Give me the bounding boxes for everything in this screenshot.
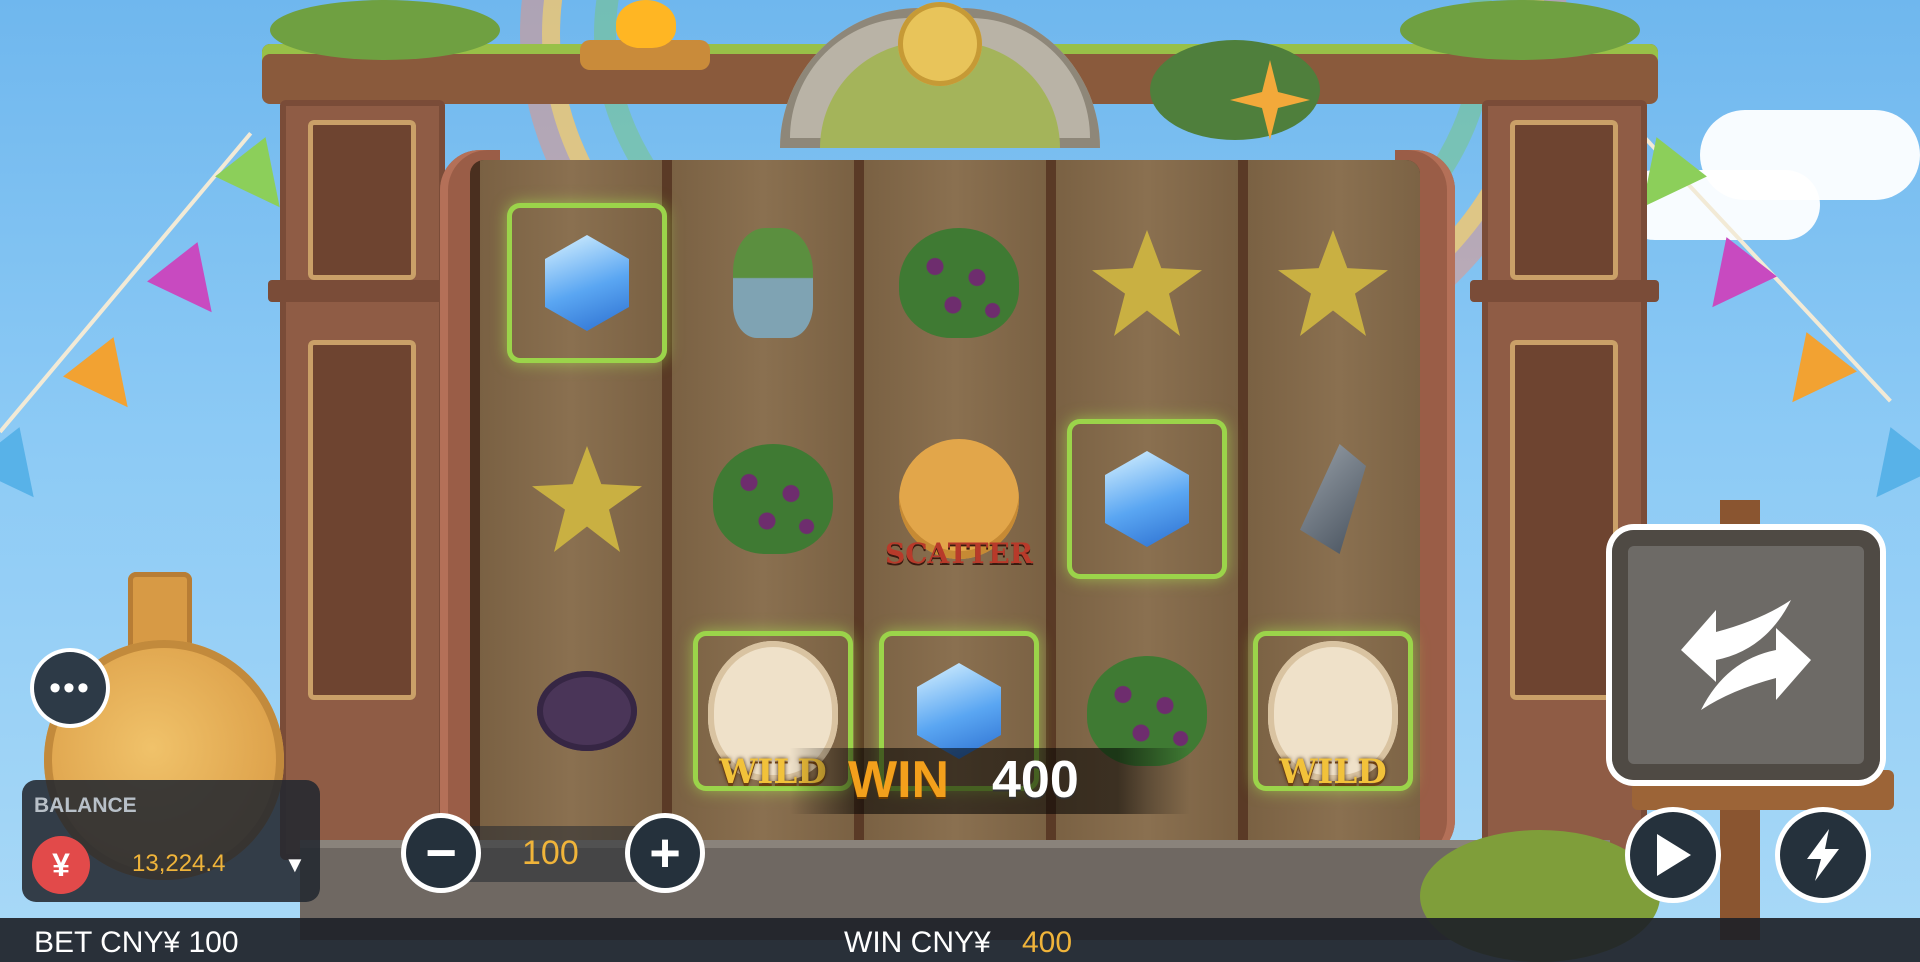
minus-icon: − xyxy=(425,823,457,883)
reel-cell xyxy=(512,636,662,786)
reel-cell xyxy=(1258,424,1408,574)
foliage xyxy=(1150,40,1320,140)
spider-symbol-icon xyxy=(537,671,637,751)
wild-symbol-label: WILD xyxy=(1279,752,1387,792)
scatter-symbol-label: SCATTER xyxy=(885,537,1033,570)
reel-cell xyxy=(884,208,1034,358)
balance-dropdown-toggle[interactable]: ▼ xyxy=(284,852,306,878)
reel-cell xyxy=(698,208,848,358)
foliage xyxy=(1400,0,1640,60)
reel-divider xyxy=(1238,160,1248,850)
menu-button[interactable]: ••• xyxy=(34,652,106,724)
reel-divider xyxy=(1046,160,1056,850)
foliage xyxy=(270,0,500,60)
lightning-icon xyxy=(1807,829,1839,881)
berry-bush-symbol-icon xyxy=(713,444,833,554)
win-summary-label: WIN CNY¥ xyxy=(844,926,991,959)
potted-plant-symbol-icon xyxy=(733,228,813,338)
plus-icon: + xyxy=(649,823,681,883)
balance-label: BALANCE xyxy=(34,794,137,817)
diamond-symbol-icon xyxy=(1105,451,1189,547)
pillar-panel xyxy=(1510,120,1618,280)
berry-bush-symbol-icon xyxy=(899,228,1019,338)
spin-button[interactable] xyxy=(1612,530,1880,780)
ellipsis-icon: ••• xyxy=(49,668,91,707)
reel-cell: WILD xyxy=(1258,636,1408,792)
spin-arrows-icon xyxy=(1681,600,1811,710)
play-icon xyxy=(1657,834,1691,876)
bet-value: 100 xyxy=(522,834,579,872)
torch-flame xyxy=(616,0,676,48)
pillar-panel xyxy=(1510,340,1618,700)
reel-cell xyxy=(512,424,662,574)
pillar-left xyxy=(268,100,457,860)
sun-face-icon xyxy=(898,2,982,86)
bet-increase-button[interactable]: + xyxy=(630,818,700,888)
reel-divider xyxy=(854,160,864,850)
stone-symbol-icon xyxy=(1300,444,1366,554)
pillar-panel xyxy=(308,340,416,700)
balance-value: 13,224.4 xyxy=(132,850,226,877)
bet-decrease-button[interactable]: − xyxy=(406,818,476,888)
pillar-shelf xyxy=(268,280,457,302)
win-label: WIN xyxy=(848,751,950,809)
win-summary-value: 400 xyxy=(1022,926,1073,959)
balance-panel: BALANCE ¥ 13,224.4 ▼ xyxy=(22,780,320,902)
diamond-symbol-icon xyxy=(917,663,1001,759)
reel-cell xyxy=(512,208,662,358)
star-symbol-icon xyxy=(532,446,642,552)
star-symbol-icon xyxy=(1278,230,1388,336)
bet-summary: BET CNY¥ 100 xyxy=(34,926,239,959)
pillar-shelf xyxy=(1470,280,1659,302)
reel-cell xyxy=(698,424,848,574)
pillar-panel xyxy=(308,120,416,280)
turbo-button[interactable] xyxy=(1780,812,1866,898)
reel-divider xyxy=(662,160,672,850)
yen-currency-icon: ¥ xyxy=(32,836,90,894)
reel-cell xyxy=(1258,208,1408,358)
reel-cell xyxy=(1072,424,1222,574)
diamond-symbol-icon xyxy=(545,235,629,331)
win-amount: 400 xyxy=(992,751,1079,809)
reel-cell xyxy=(1072,208,1222,358)
autoplay-button[interactable] xyxy=(1630,812,1716,898)
star-symbol-icon xyxy=(1092,230,1202,336)
reel-cell: SCATTER xyxy=(884,424,1034,574)
